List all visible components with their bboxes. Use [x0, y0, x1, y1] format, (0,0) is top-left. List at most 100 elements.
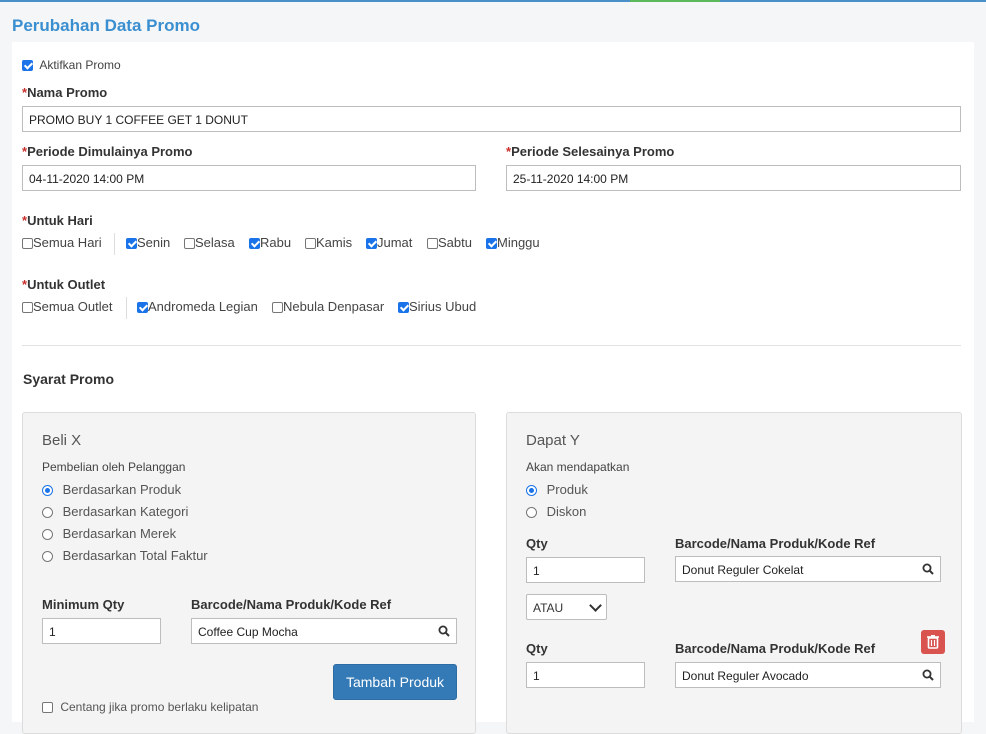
- selasa-label: Selasa: [195, 235, 235, 250]
- kamis-label: Kamis: [316, 235, 353, 250]
- day-option-rabu[interactable]: Rabu: [249, 235, 291, 250]
- nebula-checkbox[interactable]: [272, 302, 283, 313]
- minimum-qty-label: Minimum Qty: [42, 597, 125, 612]
- section-divider: [22, 345, 961, 346]
- jumat-label: Jumat: [377, 235, 413, 250]
- qty-label-1: Qty: [526, 536, 548, 551]
- periode-mulai-input[interactable]: 04-11-2020 14:00 PM: [22, 165, 476, 191]
- produk-label: Produk: [546, 482, 588, 497]
- semua-outlet-label: Semua Outlet: [33, 299, 113, 314]
- dapat-barcode-label-1: Barcode/Nama Produk/Kode Ref: [675, 536, 876, 551]
- produk-radio[interactable]: [526, 485, 537, 496]
- semua-hari-label: Semua Hari: [33, 235, 102, 250]
- berdasarkan-total-faktur-label: Berdasarkan Total Faktur: [62, 548, 208, 563]
- form-card: Aktifkan Promo *Nama Promo PROMO BUY 1 C…: [12, 42, 974, 734]
- outlet-option-andromeda[interactable]: Andromeda Legian: [137, 299, 258, 314]
- search-icon[interactable]: [922, 669, 934, 681]
- beli-x-subtitle: Pembelian oleh Pelanggan: [42, 460, 186, 474]
- periode-selesai-input[interactable]: 25-11-2020 14:00 PM: [506, 165, 961, 191]
- outlet-option-nebula[interactable]: Nebula Denpasar: [272, 299, 384, 314]
- kelipatan-label: Centang jika promo berlaku kelipatan: [60, 700, 259, 714]
- outlet-option-all[interactable]: Semua Outlet: [22, 299, 113, 314]
- dapat-barcode-value-1: Donut Reguler Cokelat: [682, 563, 804, 577]
- nama-promo-label-text: Nama Promo: [27, 85, 108, 100]
- activate-promo-row[interactable]: Aktifkan Promo: [22, 58, 121, 72]
- berdasarkan-total-faktur-radio[interactable]: [42, 551, 53, 562]
- day-option-minggu[interactable]: Minggu: [486, 235, 540, 250]
- nama-promo-label: *Nama Promo: [22, 85, 108, 100]
- andromeda-checkbox[interactable]: [137, 302, 148, 313]
- day-option-senin[interactable]: Senin: [126, 235, 170, 250]
- trash-icon: [927, 635, 939, 649]
- rabu-checkbox[interactable]: [249, 238, 260, 249]
- selasa-checkbox[interactable]: [184, 238, 195, 249]
- beli-barcode-value: Coffee Cup Mocha: [198, 625, 298, 639]
- beli-x-panel: Beli X Pembelian oleh Pelanggan Berdasar…: [22, 412, 476, 734]
- dapat-barcode-label-2: Barcode/Nama Produk/Kode Ref: [675, 641, 876, 656]
- activate-promo-label: Aktifkan Promo: [39, 58, 121, 72]
- beli-option-total-faktur[interactable]: Berdasarkan Total Faktur: [42, 548, 208, 563]
- dapat-y-panel: Dapat Y Akan mendapatkan Produk Diskon Q…: [506, 412, 962, 734]
- untuk-outlet-label-text: Untuk Outlet: [27, 277, 106, 292]
- tambah-produk-button[interactable]: Tambah Produk: [333, 664, 457, 700]
- beli-barcode-input[interactable]: Coffee Cup Mocha: [191, 618, 457, 644]
- search-icon[interactable]: [438, 625, 450, 637]
- minggu-label: Minggu: [497, 235, 540, 250]
- senin-label: Senin: [137, 235, 171, 250]
- day-option-all[interactable]: Semua Hari: [22, 235, 102, 250]
- rabu-label: Rabu: [260, 235, 292, 250]
- syarat-promo-title: Syarat Promo: [23, 371, 115, 387]
- day-option-jumat[interactable]: Jumat: [366, 235, 412, 250]
- minggu-checkbox[interactable]: [486, 238, 497, 249]
- beli-option-merek[interactable]: Berdasarkan Merek: [42, 526, 176, 541]
- kamis-checkbox[interactable]: [305, 238, 316, 249]
- untuk-hari-label: *Untuk Hari: [22, 213, 93, 228]
- dapat-barcode-input-2[interactable]: Donut Reguler Avocado: [675, 662, 941, 688]
- untuk-outlet-label: *Untuk Outlet: [22, 277, 106, 292]
- qty-input-1[interactable]: 1: [526, 557, 645, 583]
- atau-select[interactable]: ATAU: [526, 594, 607, 620]
- kelipatan-row[interactable]: Centang jika promo berlaku kelipatan: [42, 700, 258, 714]
- periode-mulai-label: *Periode Dimulainya Promo: [22, 144, 193, 159]
- semua-outlet-checkbox[interactable]: [22, 302, 33, 313]
- beli-option-kategori[interactable]: Berdasarkan Kategori: [42, 504, 188, 519]
- qty-label-2: Qty: [526, 641, 548, 656]
- beli-barcode-label: Barcode/Nama Produk/Kode Ref: [191, 597, 392, 612]
- andromeda-label: Andromeda Legian: [148, 299, 258, 314]
- diskon-label: Diskon: [546, 504, 587, 519]
- top-progress-line: [630, 0, 720, 2]
- outlet-separator: [126, 297, 127, 319]
- berdasarkan-kategori-radio[interactable]: [42, 507, 53, 518]
- day-option-selasa[interactable]: Selasa: [184, 235, 235, 250]
- search-icon[interactable]: [922, 563, 934, 575]
- nama-promo-input[interactable]: PROMO BUY 1 COFFEE GET 1 DONUT: [22, 106, 961, 132]
- berdasarkan-merek-radio[interactable]: [42, 529, 53, 540]
- outlet-option-sirius[interactable]: Sirius Ubud: [398, 299, 476, 314]
- semua-hari-checkbox[interactable]: [22, 238, 33, 249]
- dapat-barcode-input-1[interactable]: Donut Reguler Cokelat: [675, 556, 941, 582]
- day-separator: [114, 233, 115, 255]
- dapat-y-subtitle: Akan mendapatkan: [526, 460, 630, 474]
- minimum-qty-input[interactable]: 1: [42, 618, 161, 644]
- atau-select-value: ATAU: [533, 601, 564, 615]
- dapat-option-produk[interactable]: Produk: [526, 482, 588, 497]
- chevron-down-icon: [589, 599, 602, 612]
- dapat-option-diskon[interactable]: Diskon: [526, 504, 586, 519]
- sirius-label: Sirius Ubud: [409, 299, 477, 314]
- senin-checkbox[interactable]: [126, 238, 137, 249]
- delete-row-button[interactable]: [921, 630, 945, 654]
- sirius-checkbox[interactable]: [398, 302, 409, 313]
- beli-option-produk[interactable]: Berdasarkan Produk: [42, 482, 181, 497]
- sabtu-checkbox[interactable]: [427, 238, 438, 249]
- day-option-kamis[interactable]: Kamis: [305, 235, 352, 250]
- berdasarkan-produk-radio[interactable]: [42, 485, 53, 496]
- diskon-radio[interactable]: [526, 507, 537, 518]
- jumat-checkbox[interactable]: [366, 238, 377, 249]
- qty-input-2[interactable]: 1: [526, 662, 645, 688]
- berdasarkan-kategori-label: Berdasarkan Kategori: [62, 504, 189, 519]
- activate-promo-checkbox[interactable]: [22, 60, 33, 71]
- top-accent-line: [0, 0, 986, 2]
- day-option-sabtu[interactable]: Sabtu: [427, 235, 472, 250]
- nebula-label: Nebula Denpasar: [283, 299, 385, 314]
- untuk-hari-label-text: Untuk Hari: [27, 213, 93, 228]
